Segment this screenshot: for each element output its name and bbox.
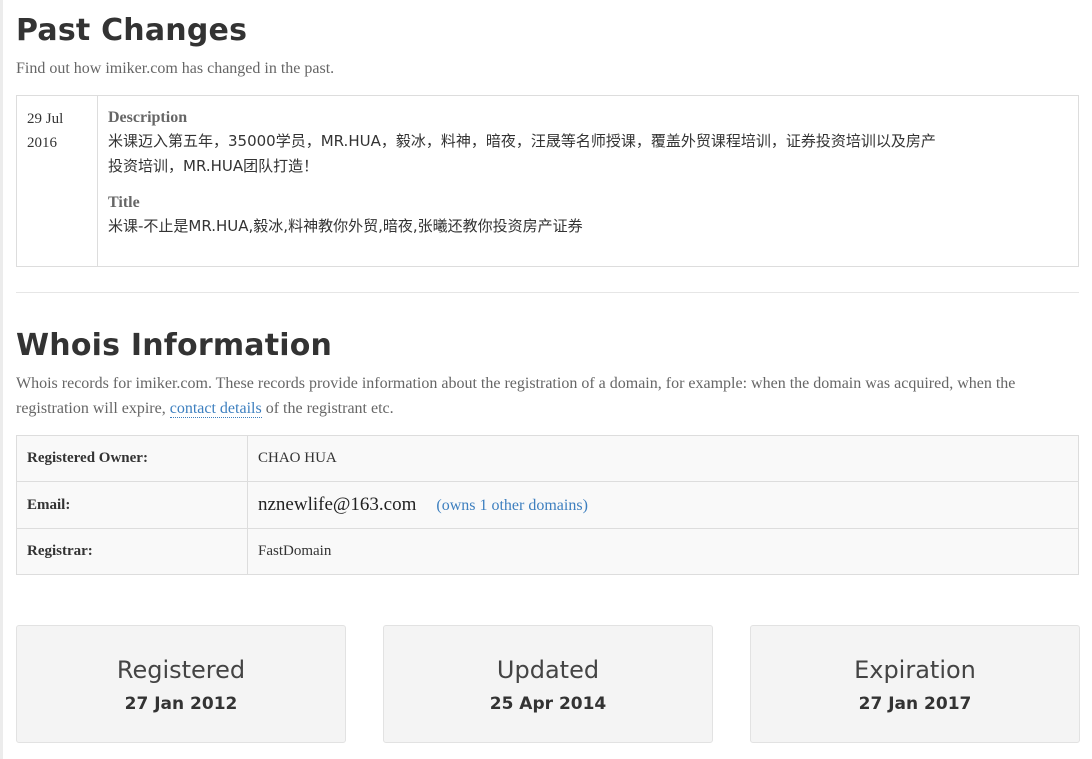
registered-card-date: 27 Jan 2012 (124, 694, 238, 714)
whois-intro-text-end: of the registrant etc. (261, 400, 394, 417)
registered-owner-label: Registered Owner: (16, 435, 248, 482)
whois-intro: Whois records for imiker.com. These reco… (16, 371, 1079, 421)
past-changes-subtitle: Find out how imiker.com has changed in t… (16, 60, 335, 77)
whois-intro-text: Whois records for imiker.com. These reco… (16, 375, 1016, 417)
registrar-label: Registrar: (16, 528, 248, 575)
change-date-day-month: 29 Jul (27, 111, 64, 127)
description-line-1: 米课迈入第五年，35000学员，MR.HUA，毅冰，料神，暗夜，汪晟等名师授课，… (108, 132, 936, 150)
updated-date-card: Updated 25 Apr 2014 (383, 625, 713, 743)
expiration-card-date: 27 Jan 2017 (858, 694, 972, 714)
change-date-cell: 29 Jul 2016 (17, 96, 98, 266)
email-cell: nznewlife@163.com (owns 1 other domains) (247, 481, 1079, 529)
table-row: Registrar: FastDomain (16, 528, 1079, 575)
table-row: Registered Owner: CHAO HUA (16, 435, 1079, 482)
past-changes-table: 29 Jul 2016 Description 米课迈入第五年，35000学员，… (16, 95, 1079, 267)
description-value: 米课迈入第五年，35000学员，MR.HUA，毅冰，料神，暗夜，汪晟等名师授课，… (108, 129, 1068, 179)
updated-card-date: 25 Apr 2014 (489, 694, 607, 714)
whois-table: Registered Owner: CHAO HUA Email: nznewl… (16, 435, 1079, 575)
description-label: Description (108, 109, 188, 126)
title-value: 米课-不止是MR.HUA,毅冰,料神教你外贸,暗夜,张曦还教你投资房产证券 (108, 217, 583, 235)
change-date-year: 2016 (27, 135, 57, 151)
past-changes-heading: Past Changes (16, 13, 248, 48)
registered-date-card: Registered 27 Jan 2012 (16, 625, 346, 743)
email-value: nznewlife@163.com (258, 494, 417, 515)
registrar-value: FastDomain (247, 528, 1079, 575)
registered-card-title: Registered (116, 656, 246, 684)
page-left-border (0, 0, 3, 759)
email-label: Email: (16, 481, 248, 529)
expiration-date-card: Expiration 27 Jan 2017 (750, 625, 1080, 743)
contact-details-link[interactable]: contact details (169, 400, 262, 418)
section-divider (16, 292, 1079, 293)
other-domains-link[interactable]: (owns 1 other domains) (436, 497, 588, 514)
expiration-card-title: Expiration (854, 656, 976, 684)
whois-heading: Whois Information (16, 328, 333, 363)
registered-owner-value: CHAO HUA (247, 435, 1079, 482)
change-detail-cell: Description 米课迈入第五年，35000学员，MR.HUA，毅冰，料神… (108, 107, 1068, 239)
title-label: Title (108, 194, 140, 211)
table-row: Email: nznewlife@163.com (owns 1 other do… (16, 481, 1079, 529)
description-line-2: 投资培训，MR.HUA团队打造！ (108, 157, 319, 175)
updated-card-title: Updated (496, 656, 600, 684)
